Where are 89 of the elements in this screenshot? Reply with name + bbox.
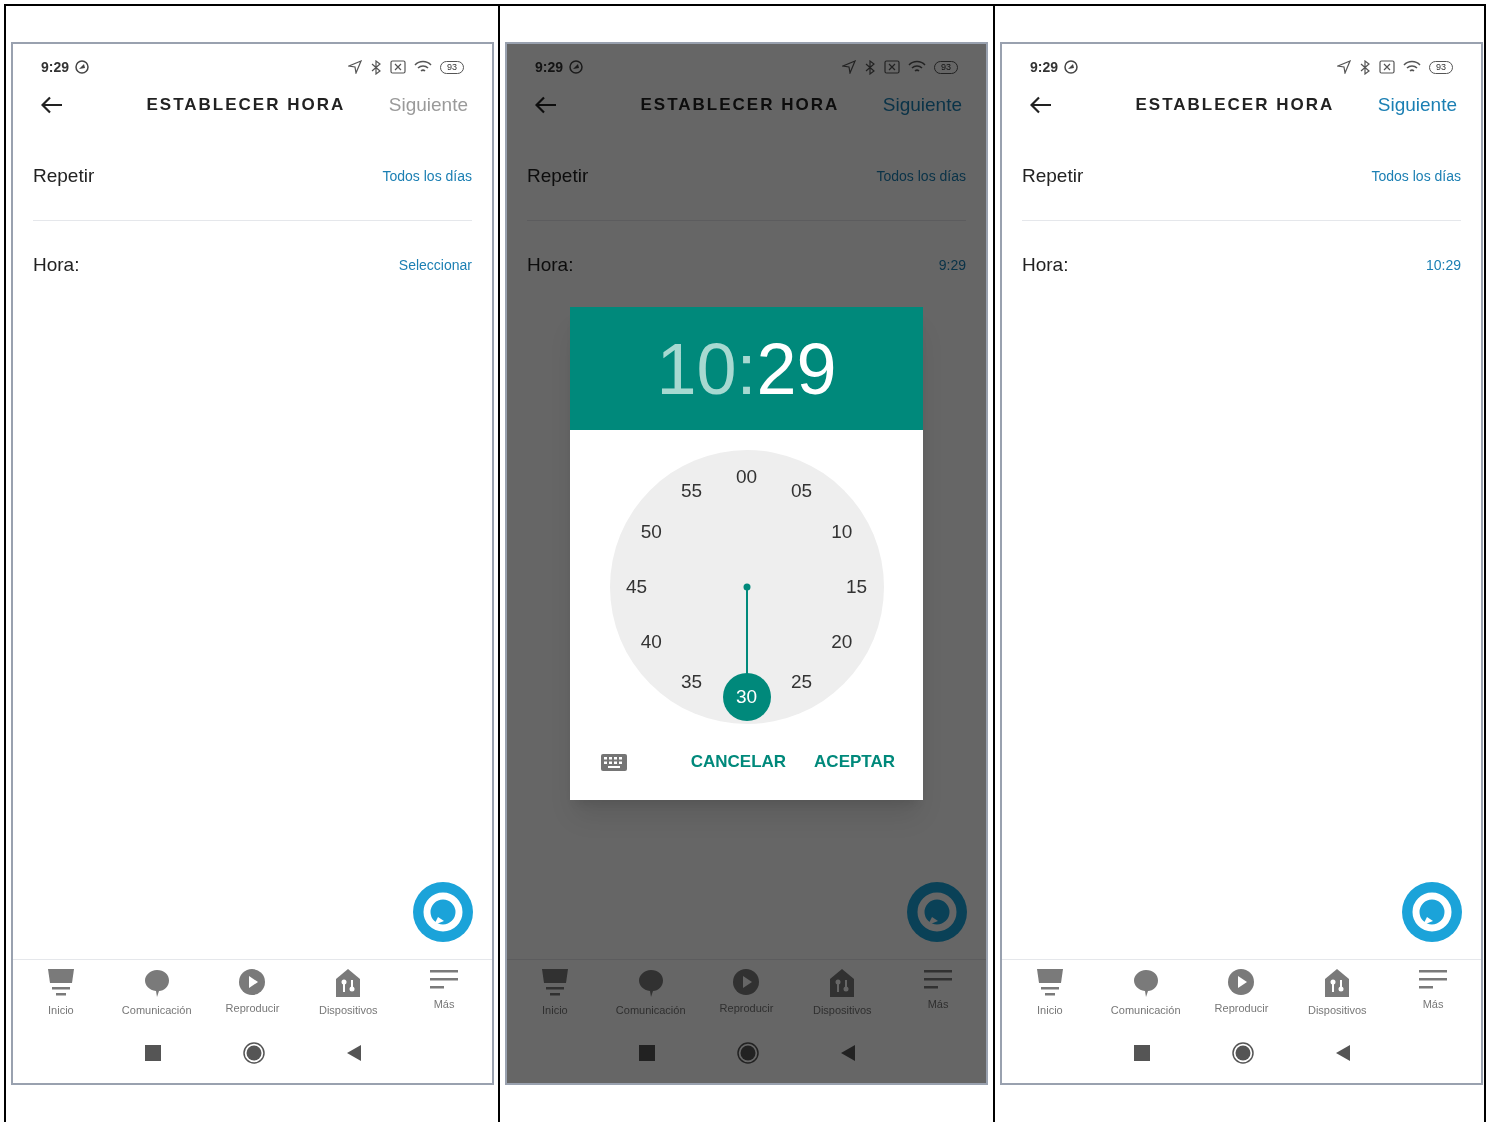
setting-label: Hora: [1022,252,1069,277]
next-button[interactable]: Siguiente [388,90,468,120]
status-icon [75,60,90,74]
nav-tab[interactable]: Inicio [13,968,109,1031]
nav-tab[interactable]: Comunicación [1097,968,1194,1031]
minute-number[interactable]: 05 [784,478,819,505]
time-separator: : [736,332,757,405]
time-hour[interactable]: 10 [656,332,737,405]
house-icon [828,968,857,998]
minute-number[interactable]: 00 [729,464,764,490]
setting-value-link[interactable]: 9:29 [938,254,966,276]
nav-tab[interactable]: Reproducir [1193,968,1290,1031]
house-icon [334,968,363,998]
setting-value-link[interactable]: 10:29 [1425,254,1461,276]
dialog-button[interactable]: ACEPTAR [814,749,895,775]
status-time: 9:29 [41,57,70,77]
status-icon [1064,60,1079,74]
screen-title: ESTABLECER HORA [639,94,841,117]
location-icon [842,60,856,74]
home-icon [46,968,75,998]
time-minute[interactable]: 29 [756,332,837,405]
setting-value-link[interactable]: Todos los días [1371,166,1461,187]
home-icon [1035,968,1064,998]
minute-number[interactable]: 30 [722,673,771,721]
setting-value-link[interactable]: Seleccionar [398,254,472,276]
recents-button[interactable] [1133,1045,1150,1061]
setting-label: Repetir [33,164,95,189]
status-time: 9:29 [535,57,564,77]
voice-assistant-button[interactable] [1401,881,1463,943]
setting-label: Repetir [527,164,589,189]
speech-bubble-icon [1131,968,1160,998]
back-arrow-icon[interactable] [41,96,63,114]
no-sim-icon [390,60,406,74]
menu-icon [1419,968,1448,992]
back-button[interactable] [346,1045,361,1061]
minute-number[interactable]: 35 [674,669,709,696]
house-icon [1323,968,1352,998]
minute-number[interactable]: 45 [619,574,654,600]
next-button[interactable]: Siguiente [1377,90,1457,120]
wifi-icon [1403,60,1421,74]
clock-dial[interactable]: 00 05 10 15 20 25 30 35 40 45 50 55 [609,450,884,724]
home-button[interactable] [1231,1042,1254,1064]
bluetooth-icon [864,59,876,75]
play-icon [1227,968,1256,996]
play-icon [238,968,267,996]
nav-tab[interactable]: Más [396,968,492,1031]
home-button[interactable] [242,1042,265,1064]
play-icon [732,968,761,996]
status-icon [569,60,584,74]
setting-value-link[interactable]: Todos los días [382,166,472,187]
no-sim-icon [1379,60,1395,74]
wifi-icon [414,60,432,74]
nav-tab[interactable]: Más [1385,968,1481,1031]
minute-number[interactable]: 40 [634,629,669,655]
no-sim-icon [884,60,900,74]
bluetooth-icon [370,59,382,75]
keyboard-icon[interactable] [601,753,627,771]
location-icon [1337,60,1351,74]
nav-tab[interactable]: Inicio [1002,968,1098,1031]
minute-number[interactable]: 20 [824,629,859,655]
screen-title: ESTABLECER HORA [1134,94,1336,117]
dialog-button[interactable]: CANCELAR [690,749,787,775]
nav-tab[interactable]: Dispositivos [1289,968,1386,1031]
minute-number[interactable]: 15 [839,574,874,600]
voice-assistant-button[interactable] [412,881,474,943]
status-time: 9:29 [1030,57,1059,77]
back-button[interactable] [1335,1045,1350,1061]
home-icon [540,968,569,998]
minute-number[interactable]: 50 [634,519,669,545]
speech-bubble-icon [636,968,665,998]
nav-tab[interactable]: Reproducir [204,968,301,1031]
minute-number[interactable]: 10 [824,519,859,545]
recents-button[interactable] [144,1045,161,1061]
menu-icon [430,968,459,992]
menu-icon [924,968,953,992]
bluetooth-icon [1359,59,1371,75]
setting-value-link[interactable]: Todos los días [876,166,966,187]
wifi-icon [908,60,926,74]
minute-number[interactable]: 25 [784,669,819,696]
location-icon [348,60,362,74]
back-arrow-icon[interactable] [1030,96,1052,114]
setting-label: Hora: [33,252,80,277]
setting-label: Hora: [527,252,574,277]
nav-tab[interactable]: Dispositivos [300,968,397,1031]
speech-bubble-icon [142,968,171,998]
nav-tab[interactable]: Comunicación [108,968,205,1031]
minute-number[interactable]: 55 [674,478,709,505]
screen-title: ESTABLECER HORA [145,94,347,117]
setting-label: Repetir [1022,164,1084,189]
